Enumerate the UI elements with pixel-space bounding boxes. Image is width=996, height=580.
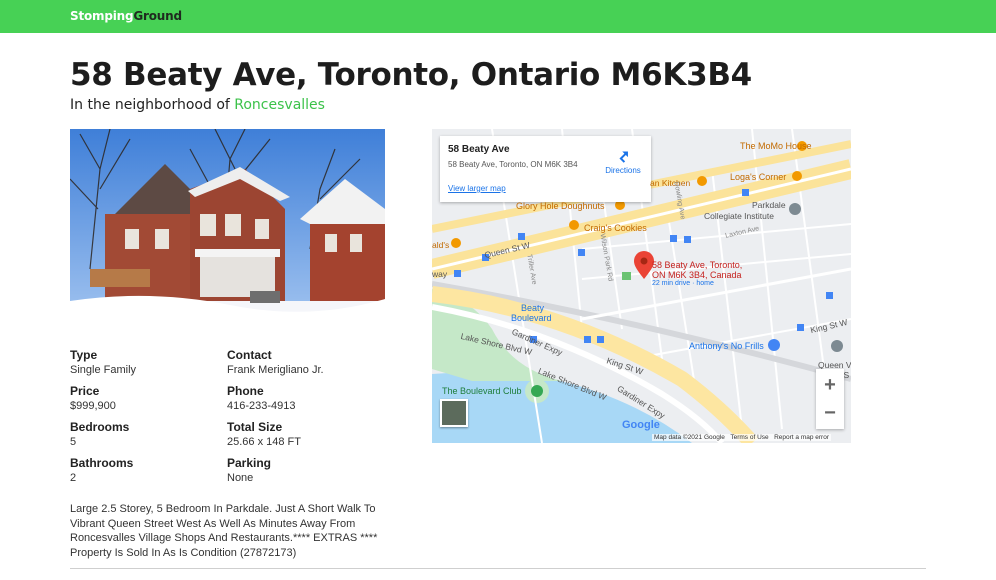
logo-part-1: Stomping xyxy=(70,9,134,23)
map-attribution: Map data ©2021 Google Terms of Use Repor… xyxy=(652,434,831,441)
fact-bedrooms: Bedrooms 5 xyxy=(70,420,220,448)
site-logo[interactable]: StompingGround xyxy=(70,9,182,23)
fact-value: $999,900 xyxy=(70,400,116,412)
fact-contact: Contact Frank Merigliano Jr. xyxy=(227,348,377,376)
fact-type: Type Single Family xyxy=(70,348,220,376)
map-label-beaty-2[interactable]: Boulevard xyxy=(511,313,552,323)
house-photo-illustration xyxy=(70,129,385,338)
map-label-gloryhole[interactable]: Glory Hole Doughnuts xyxy=(516,201,605,211)
map-label-anthonys[interactable]: Anthony's No Frills xyxy=(689,341,764,351)
fact-value: None xyxy=(227,472,254,484)
neighborhood-line: In the neighborhood of Roncesvalles xyxy=(70,97,325,113)
view-larger-map-link[interactable]: View larger map xyxy=(448,184,506,193)
map-label-craigs[interactable]: Craig's Cookies xyxy=(584,223,647,233)
directions-button[interactable]: Directions xyxy=(600,146,646,175)
fact-value: 416-233-4913 xyxy=(227,400,296,412)
fact-label: Parking xyxy=(227,456,272,470)
fact-label: Phone xyxy=(227,384,264,398)
map-label-kitchen[interactable]: an Kitchen xyxy=(650,178,690,188)
map-label-beaty-1[interactable]: Beaty xyxy=(521,303,544,313)
map-place-name: 58 Beaty Ave xyxy=(448,144,510,155)
fact-phone: Phone 416-233-4913 xyxy=(227,384,377,412)
fact-value: 2 xyxy=(70,472,77,484)
top-navbar: StompingGround xyxy=(0,0,996,33)
neighborhood-link[interactable]: Roncesvalles xyxy=(234,97,325,113)
google-logo: Google xyxy=(622,419,660,431)
section-divider xyxy=(70,568,926,569)
fact-label: Bathrooms xyxy=(70,456,134,470)
map-label-parkdale[interactable]: Parkdale xyxy=(752,200,786,210)
zoom-in-button[interactable]: + xyxy=(816,371,844,399)
neighborhood-prefix: In the neighborhood of xyxy=(70,97,230,113)
map-pin-label-line2[interactable]: ON M6K 3B4, Canada xyxy=(652,270,742,280)
zoom-out-button[interactable]: − xyxy=(816,399,844,427)
map-label-way: way xyxy=(432,269,448,279)
map-label-boulevard-club[interactable]: The Boulevard Club xyxy=(442,386,522,396)
fact-parking: Parking None xyxy=(227,456,377,484)
map-label-momo[interactable]: The MoMo House xyxy=(740,141,812,151)
fact-label: Bedrooms xyxy=(70,420,130,434)
fact-bathrooms: Bathrooms 2 xyxy=(70,456,220,484)
map-label-logas[interactable]: Loga's Corner xyxy=(730,172,786,182)
logo-part-2: Ground xyxy=(133,9,182,23)
fact-label: Total Size xyxy=(227,420,283,434)
fact-value: 25.66 x 148 FT xyxy=(227,436,301,448)
directions-label: Directions xyxy=(605,166,641,175)
fact-total-size: Total Size 25.66 x 148 FT xyxy=(227,420,377,448)
report-error-link[interactable]: Report a map error xyxy=(774,434,829,441)
map-label-alds: ald's xyxy=(432,240,450,250)
directions-icon xyxy=(619,151,628,163)
terms-link[interactable]: Terms of Use xyxy=(730,434,768,441)
fact-value: 5 xyxy=(70,436,77,448)
listing-description: Large 2.5 Storey, 5 Bedroom In Parkdale.… xyxy=(70,503,378,559)
map-place-address: 58 Beaty Ave, Toronto, ON M6K 3B4 xyxy=(448,160,578,169)
fact-price: Price $999,900 xyxy=(70,384,220,412)
map-info-card: 58 Beaty Ave 58 Beaty Ave, Toronto, ON M… xyxy=(440,136,651,202)
google-map-embed[interactable]: 58 Beaty Ave 58 Beaty Ave, Toronto, ON M… xyxy=(432,129,851,443)
fact-value: Single Family xyxy=(70,364,137,376)
fact-label: Type xyxy=(70,348,98,362)
fact-label: Contact xyxy=(227,348,272,362)
map-label-parkdale-ci[interactable]: Collegiate Institute xyxy=(704,211,774,221)
map-zoom-controls: + − xyxy=(816,369,844,429)
map-pin-label-line1[interactable]: 58 Beaty Ave, Toronto, xyxy=(652,260,742,270)
fact-value: Frank Merigliano Jr. xyxy=(227,364,324,376)
listing-title: 58 Beaty Ave, Toronto, Ontario M6K3B4 xyxy=(70,57,752,93)
map-data-credit: Map data ©2021 Google xyxy=(654,434,725,441)
map-pin-drive-time: 22 min drive · home xyxy=(652,280,714,287)
satellite-toggle[interactable] xyxy=(440,399,468,427)
listing-photo xyxy=(70,129,385,338)
fact-label: Price xyxy=(70,384,100,398)
